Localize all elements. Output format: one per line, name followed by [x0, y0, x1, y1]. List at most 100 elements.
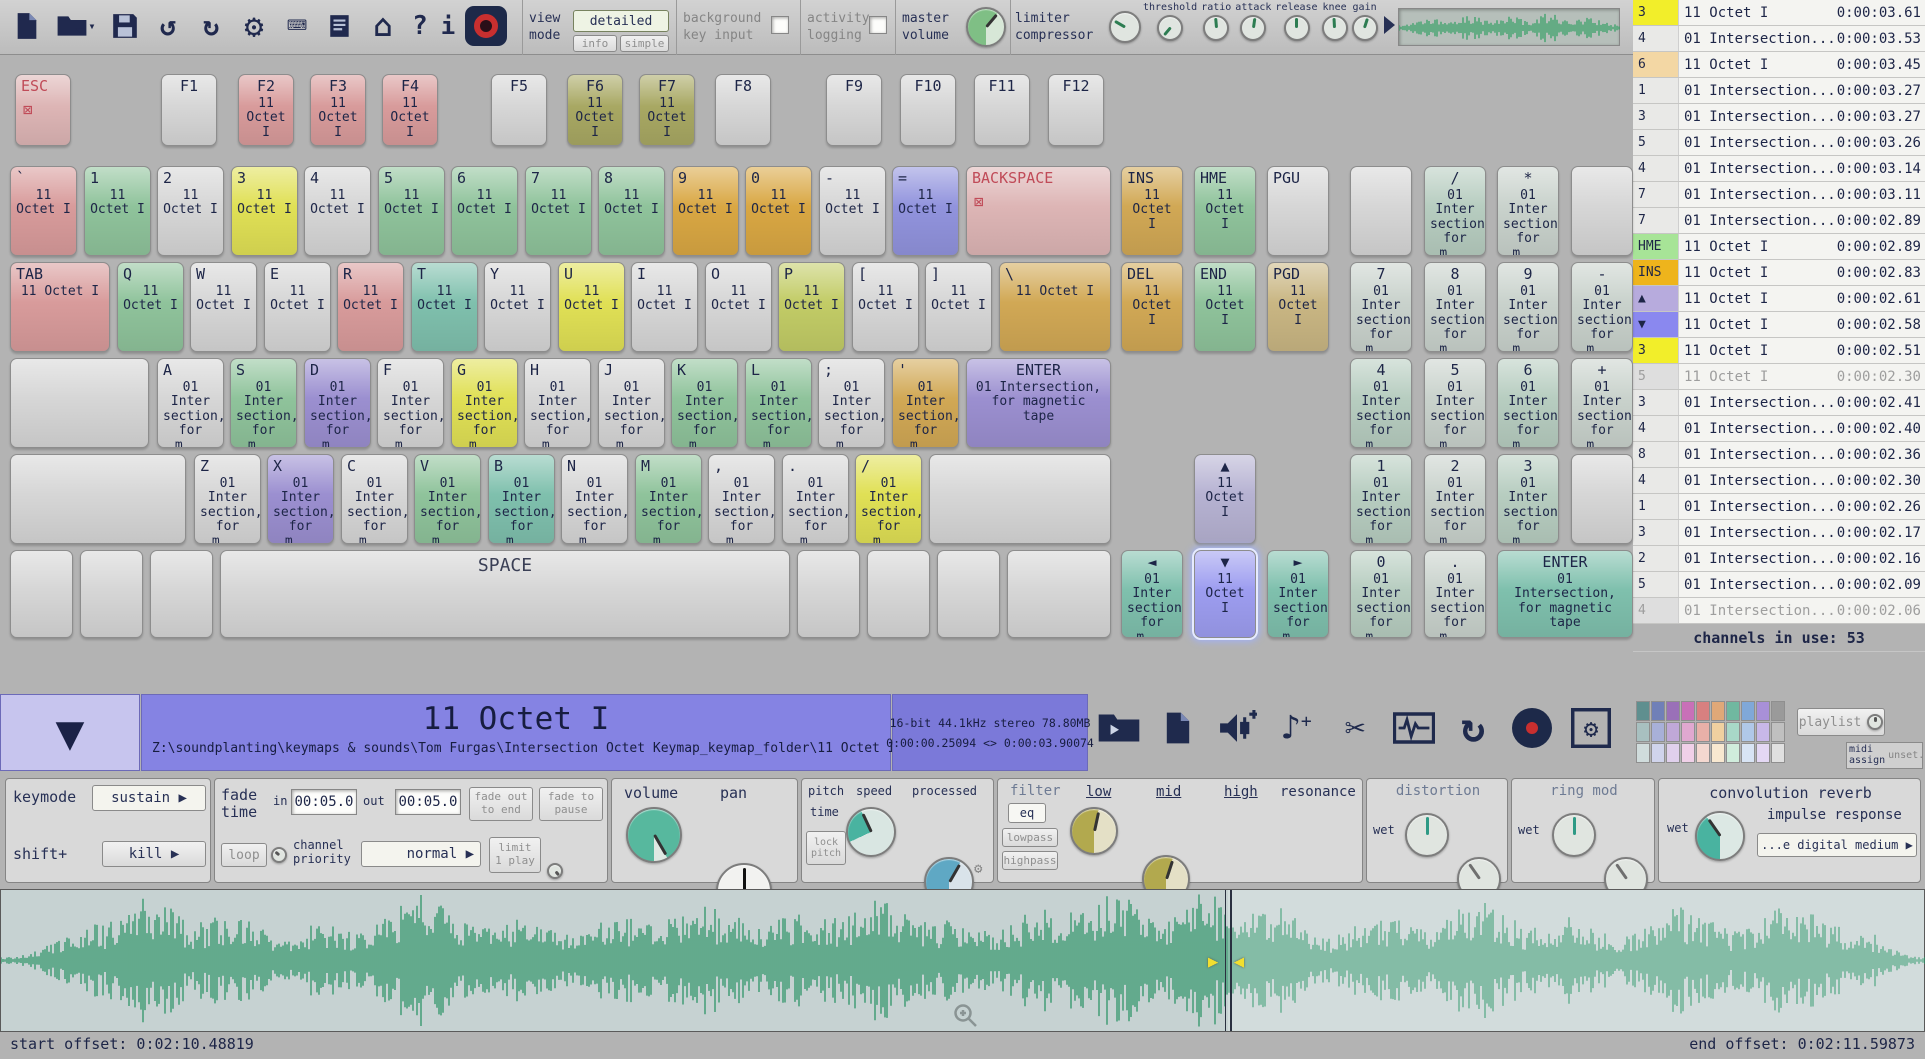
help-icon[interactable]: ? [409, 4, 431, 48]
key-f12[interactable]: F12 [1048, 74, 1104, 146]
record-button[interactable] [465, 6, 507, 46]
release-knob[interactable] [1284, 15, 1310, 41]
key-2[interactable]: 211Octet I [157, 166, 224, 256]
playhead-marker-right-icon[interactable]: ◀ [1234, 952, 1244, 972]
key-ins[interactable]: INS11Octet I [1121, 166, 1183, 256]
zoom-icon[interactable] [953, 1003, 979, 1029]
key-np-dot[interactable]: .01 Intersection,for m... [1424, 550, 1486, 638]
key-c[interactable]: C01 Intersection,for m... [341, 454, 408, 544]
color-swatch[interactable] [1771, 701, 1785, 721]
key-numlock[interactable] [1350, 166, 1412, 256]
threshold-knob[interactable] [1157, 15, 1183, 41]
key-hme[interactable]: HME11Octet I [1194, 166, 1256, 256]
key-j[interactable]: J01 Intersection,for m... [598, 358, 665, 448]
key-6[interactable]: 611Octet I [451, 166, 518, 256]
key-i[interactable]: I11Octet I [631, 262, 698, 352]
highpass-button[interactable]: highpass [1002, 851, 1058, 870]
key-pgu[interactable]: PGU [1267, 166, 1329, 256]
open-sound-folder-icon[interactable] [1096, 700, 1142, 756]
key-arrow-left[interactable]: ◄01 Intersection,for m... [1121, 550, 1183, 638]
shift-behavior-select[interactable]: kill ▶ [102, 841, 206, 867]
playlist-button[interactable]: playlist [1797, 708, 1885, 736]
ratio-knob[interactable] [1203, 15, 1229, 41]
sound-file-icon[interactable] [1155, 700, 1201, 756]
key-np9[interactable]: 901 Intersection,for m... [1497, 262, 1559, 352]
activity-logging-toggle[interactable]: activity logging [800, 0, 892, 55]
pitch-speed-knob[interactable] [846, 807, 896, 857]
settings-gear-icon[interactable]: ⚙ [237, 4, 271, 48]
key-esc[interactable]: ESC⊠ [15, 74, 71, 146]
key-rshift[interactable] [929, 454, 1111, 544]
waveform-editor-icon[interactable] [1391, 700, 1437, 756]
color-swatch[interactable] [1756, 722, 1770, 742]
key-end[interactable]: END11Octet I [1194, 262, 1256, 352]
color-swatch[interactable] [1726, 701, 1740, 721]
attack-knob[interactable] [1240, 15, 1266, 41]
notes-icon[interactable] [323, 4, 357, 48]
key-space[interactable]: SPACE [220, 550, 790, 638]
playlist-knob[interactable] [1867, 714, 1883, 730]
color-swatch[interactable] [1741, 701, 1755, 721]
color-swatch[interactable] [1741, 743, 1755, 763]
key-a[interactable]: A01 Intersection,for m... [157, 358, 224, 448]
keymode-select[interactable]: sustain ▶ [92, 785, 206, 811]
key-d[interactable]: D01 Intersection,for m... [304, 358, 371, 448]
key-0[interactable]: 011Octet I [745, 166, 812, 256]
fade-out-to-end-button[interactable]: fade outto end [469, 787, 533, 821]
key-lbracket[interactable]: [11Octet I [852, 262, 919, 352]
color-swatch[interactable] [1711, 722, 1725, 742]
key-x[interactable]: X01 Intersection,for m... [267, 454, 334, 544]
key-caps[interactable] [10, 358, 149, 448]
playhead-marker-left-icon[interactable]: ▶ [1208, 952, 1218, 972]
key-lwin[interactable] [80, 550, 143, 638]
key-f1[interactable]: F1 [161, 74, 217, 146]
key-w[interactable]: W11Octet I [190, 262, 257, 352]
key-h[interactable]: H01 Intersection,for m... [524, 358, 591, 448]
view-mode-simple-button[interactable]: simple [620, 35, 669, 52]
key-np5[interactable]: 501 Intersection,for m... [1424, 358, 1486, 448]
key-u[interactable]: U11Octet I [558, 262, 625, 352]
key-quote[interactable]: '01 Intersection,for m... [892, 358, 959, 448]
eq-button[interactable]: eq [1008, 803, 1046, 823]
key-7[interactable]: 711Octet I [525, 166, 592, 256]
color-swatch[interactable] [1651, 701, 1665, 721]
key-f3[interactable]: F311Octet I [310, 74, 366, 146]
add-sound-icon[interactable] [1214, 700, 1260, 756]
key-z[interactable]: Z01 Intersection,for m... [194, 454, 261, 544]
key-np1[interactable]: 101 Intersection,for m... [1350, 454, 1412, 544]
key-f9[interactable]: F9 [826, 74, 882, 146]
color-swatch[interactable] [1696, 701, 1710, 721]
key-backspace[interactable]: BACKSPACE⊠ [966, 166, 1111, 256]
color-swatch[interactable] [1696, 743, 1710, 763]
reload-sound-icon[interactable]: ↻ [1450, 700, 1496, 756]
key-b[interactable]: B01 Intersection,for m... [488, 454, 555, 544]
key-backtick[interactable]: `11Octet I [10, 166, 77, 256]
key-m[interactable]: M01 Intersection,for m... [635, 454, 702, 544]
view-mode-detailed-button[interactable]: detailed [573, 10, 669, 32]
key-f7[interactable]: F711Octet I [639, 74, 695, 146]
color-swatch[interactable] [1636, 722, 1650, 742]
color-swatch[interactable] [1681, 743, 1695, 763]
key-g[interactable]: G01 Intersection,for m... [451, 358, 518, 448]
record-sound-icon[interactable] [1509, 700, 1555, 756]
knee-knob[interactable] [1322, 15, 1348, 41]
key-arrow-up[interactable]: ▲11Octet I [1194, 454, 1256, 544]
color-swatch[interactable] [1666, 743, 1680, 763]
color-swatch[interactable] [1636, 701, 1650, 721]
key-l[interactable]: L01 Intersection,for m... [745, 358, 812, 448]
key-3[interactable]: 311Octet I [231, 166, 298, 256]
undo-icon[interactable]: ↺ [151, 4, 185, 48]
pitch-settings-gear-icon[interactable]: ⚙ [974, 861, 982, 877]
key-s[interactable]: S01 Intersection,for m... [230, 358, 297, 448]
key-t[interactable]: T11Octet I [411, 262, 478, 352]
background-key-input-toggle[interactable]: background key input [676, 0, 796, 55]
key-np4[interactable]: 401 Intersection,for m... [1350, 358, 1412, 448]
key-equals[interactable]: =11Octet I [892, 166, 959, 256]
gain-knob[interactable] [1352, 15, 1378, 41]
limit-plays-button[interactable]: limit1 play [489, 837, 541, 873]
cut-sound-icon[interactable]: ✂ [1332, 700, 1378, 756]
color-swatch[interactable] [1771, 722, 1785, 742]
key-del[interactable]: DEL11Octet I [1121, 262, 1183, 352]
key-f6[interactable]: F611Octet I [567, 74, 623, 146]
color-swatch[interactable] [1681, 701, 1695, 721]
